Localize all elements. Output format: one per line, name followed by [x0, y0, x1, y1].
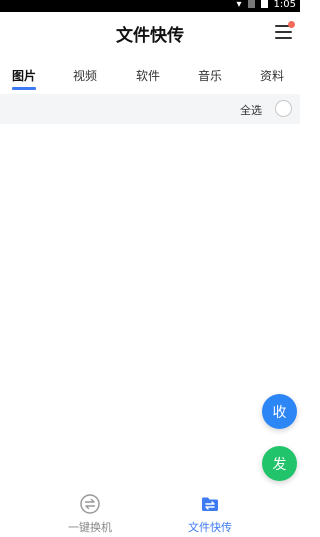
tab-documents[interactable]: 资料	[260, 67, 284, 84]
menu-button[interactable]	[275, 21, 295, 39]
menu-icon-line	[275, 31, 292, 33]
battery-icon	[260, 0, 268, 8]
tab-videos[interactable]: 视频	[73, 67, 97, 84]
active-tab-indicator	[12, 87, 36, 90]
menu-icon-line	[275, 37, 292, 39]
status-bar: ▾ 1:05	[0, 0, 300, 12]
page-title: 文件快传	[116, 26, 184, 46]
select-all-label[interactable]: 全选	[240, 102, 262, 118]
switch-phone-icon	[80, 494, 100, 514]
bottom-navigation: 一键换机 文件快传	[0, 486, 300, 537]
send-button[interactable]: 发	[262, 446, 297, 481]
nav-file-transfer[interactable]: 文件快传	[170, 494, 250, 535]
notification-dot	[288, 21, 295, 28]
select-all-checkbox[interactable]	[275, 100, 292, 117]
tab-apps[interactable]: 软件	[136, 67, 160, 84]
app-header: 文件快传	[0, 12, 300, 54]
folder-transfer-icon	[200, 494, 220, 514]
nav-switch-phone[interactable]: 一键换机	[50, 494, 130, 535]
nav-file-transfer-label: 文件快传	[188, 521, 232, 534]
wifi-icon: ▾	[236, 0, 242, 10]
nav-switch-phone-label: 一键换机	[68, 521, 112, 534]
receive-button[interactable]: 收	[262, 394, 297, 429]
tab-images[interactable]: 图片	[12, 67, 36, 84]
status-icons: ▾ 1:05	[236, 0, 296, 10]
status-time: 1:05	[273, 0, 296, 10]
select-bar: 全选	[0, 94, 300, 124]
category-tabs: 图片 视频 软件 音乐 资料	[0, 62, 300, 92]
file-list-area	[0, 124, 300, 486]
signal-icon	[247, 0, 255, 8]
tab-music[interactable]: 音乐	[198, 67, 222, 84]
